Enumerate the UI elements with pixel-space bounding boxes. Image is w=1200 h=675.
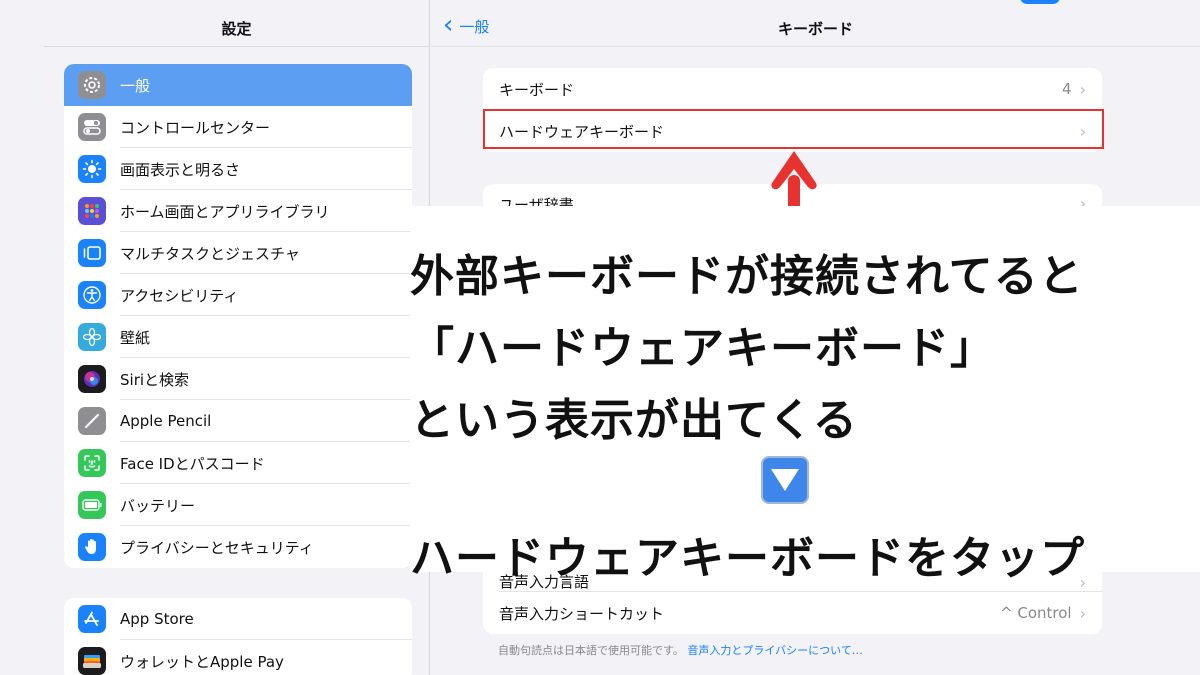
sidebar-item-label: コントロールセンター xyxy=(120,118,271,137)
siri-icon xyxy=(78,365,106,393)
toolbar-button[interactable] xyxy=(1020,0,1060,4)
footnote: 自動句読点は日本語で使用可能です。 音声入力とプライバシーについて… xyxy=(498,642,863,658)
down-arrow-icon xyxy=(761,456,809,504)
settings-group-1: 一般 コントロールセンター 画面表示と明るさ ホーム画面とアプリライブラリ マル… xyxy=(64,64,412,568)
chevron-right-icon: › xyxy=(1079,79,1086,99)
sidebar-item-label: 画面表示と明るさ xyxy=(120,160,241,179)
sidebar-item-privacy[interactable]: プライバシーとセキュリティ xyxy=(64,526,412,568)
sidebar-item-siri[interactable]: Siriと検索 xyxy=(64,358,412,400)
chevron-right-icon: › xyxy=(1079,603,1086,623)
sidebar-item-face-id[interactable]: Face IDとパスコード xyxy=(64,442,412,484)
sidebar-item-accessibility[interactable]: アクセシビリティ xyxy=(64,274,412,316)
sidebar-item-multitasking[interactable]: マルチタスクとジェスチャ xyxy=(64,232,412,274)
annotation-line-2: 「ハードウェアキーボード」 xyxy=(410,323,995,374)
annotation-line-4: ハードウェアキーボードをタップ xyxy=(410,533,1085,584)
wallet-icon xyxy=(78,647,106,675)
gear-icon xyxy=(78,71,106,99)
page-title: キーボード xyxy=(777,20,853,38)
annotation-line-3: という表示が出てくる xyxy=(410,395,858,446)
footnote-text: 自動句読点は日本語で使用可能です。 xyxy=(498,644,684,657)
sidebar-item-label: アクセシビリティ xyxy=(120,286,239,305)
sidebar-item-label: 壁紙 xyxy=(120,328,151,347)
accessibility-icon xyxy=(78,281,106,309)
sidebar-item-label: Apple Pencil xyxy=(120,412,212,430)
faceid-icon xyxy=(78,449,106,477)
privacy-link[interactable]: 音声入力とプライバシーについて… xyxy=(687,644,862,657)
row-label: キーボード xyxy=(499,80,575,99)
sidebar-item-wallet[interactable]: ウォレットとApple Pay xyxy=(64,640,412,675)
sidebar-item-label: マルチタスクとジェスチャ xyxy=(120,244,300,263)
sidebar-item-label: ウォレットとApple Pay xyxy=(120,652,284,671)
sidebar-title: 設定 xyxy=(221,20,252,38)
sidebar: 設定 一般 コントロールセンター 画面表示と明るさ ホーム画面とアプリライブラリ… xyxy=(44,0,430,675)
sidebar-item-battery[interactable]: バッテリー xyxy=(64,484,412,526)
highlight-box xyxy=(483,109,1104,149)
sidebar-item-label: Face IDとパスコード xyxy=(120,454,265,473)
sidebar-item-app-store[interactable]: App Store xyxy=(64,598,412,640)
divider xyxy=(44,46,429,47)
sidebar-item-label: Siriと検索 xyxy=(120,370,190,389)
toggles-icon xyxy=(78,113,106,141)
annotation-line-1: 外部キーボードが接続されてると xyxy=(410,251,1084,302)
sidebar-item-apple-pencil[interactable]: Apple Pencil xyxy=(64,400,412,442)
sidebar-item-label: App Store xyxy=(120,610,194,628)
row-label: 音声入力ショートカット xyxy=(499,604,665,623)
settings-group-2: App Store ウォレットとApple Pay xyxy=(64,598,412,675)
sidebar-item-home-screen[interactable]: ホーム画面とアプリライブラリ xyxy=(64,190,412,232)
row-value: 4 xyxy=(1062,80,1072,98)
sidebar-item-label: プライバシーとセキュリティ xyxy=(120,538,314,557)
divider xyxy=(431,46,1200,47)
grid-icon xyxy=(78,197,106,225)
sidebar-item-label: バッテリー xyxy=(120,496,196,515)
sidebar-item-general[interactable]: 一般 xyxy=(64,64,412,106)
sidebar-item-control-center[interactable]: コントロールセンター xyxy=(64,106,412,148)
sun-icon xyxy=(78,155,106,183)
pencil-icon xyxy=(78,407,106,435)
row-keyboards[interactable]: キーボード 4 › xyxy=(483,68,1102,110)
sidebar-item-wallpaper[interactable]: 壁紙 xyxy=(64,316,412,358)
hand-icon xyxy=(78,533,106,561)
battery-icon xyxy=(78,491,106,519)
sidebar-item-label: ホーム画面とアプリライブラリ xyxy=(120,202,330,221)
multitask-icon xyxy=(78,239,106,267)
appstore-icon xyxy=(78,605,106,633)
row-dictation-shortcut[interactable]: 音声入力ショートカット ^ Control › xyxy=(483,592,1102,634)
sidebar-item-display[interactable]: 画面表示と明るさ xyxy=(64,148,412,190)
flower-icon xyxy=(78,323,106,351)
row-value: ^ Control xyxy=(1000,604,1072,622)
sidebar-item-label: 一般 xyxy=(120,76,151,95)
